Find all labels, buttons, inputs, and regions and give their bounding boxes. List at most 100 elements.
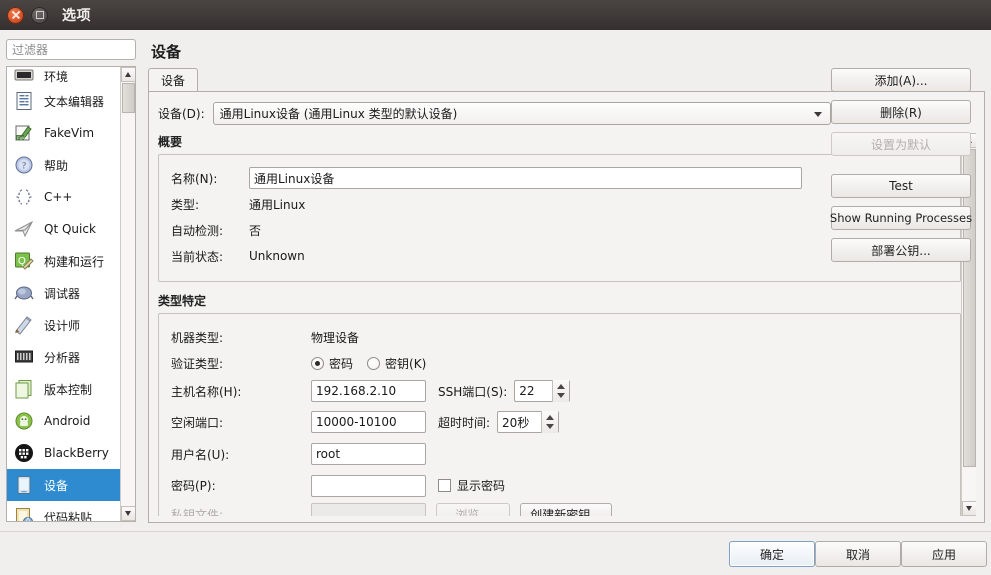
- scroll-up-icon[interactable]: [121, 67, 135, 82]
- ok-button[interactable]: 确定: [729, 541, 815, 567]
- timeout-value: 20秒: [502, 415, 530, 430]
- timeout-spinbox[interactable]: 20秒: [497, 411, 560, 433]
- sidebar-item-label: Qt Quick: [44, 222, 96, 236]
- sidebar-item-text-editor[interactable]: 文本编辑器: [7, 85, 120, 117]
- device-combobox[interactable]: 通用Linux设备 (通用Linux 类型的默认设备): [212, 102, 831, 125]
- browse-button-label: 浏览...: [455, 507, 491, 517]
- deploy-public-key-button[interactable]: 部署公钥...: [831, 238, 971, 262]
- name-input-value: 通用Linux设备: [254, 171, 335, 186]
- device-selector-label: 设备(D):: [158, 107, 205, 121]
- sidebar-item-qt-quick[interactable]: Qt Quick: [7, 213, 120, 245]
- sidebar-item-blackberry[interactable]: BlackBerry: [7, 437, 120, 469]
- dialog-button-bar: 确定 取消 应用: [0, 531, 991, 575]
- set-default-button[interactable]: 设置为默认: [831, 132, 971, 156]
- scroll-down-icon[interactable]: [962, 501, 976, 516]
- sidebar-item-label: 调试器: [44, 286, 81, 301]
- scroll-down-icon[interactable]: [121, 506, 135, 521]
- auth-radio-password[interactable]: 密码: [311, 355, 353, 372]
- private-key-label: 私钥文件:: [171, 507, 224, 517]
- machine-type-value: 物理设备: [311, 330, 360, 345]
- spinner-arrows-icon[interactable]: [552, 380, 570, 402]
- remove-button[interactable]: 删除(R): [831, 100, 971, 124]
- autodetect-value: 否: [249, 223, 262, 238]
- host-row: 主机名称(H): 192.168.2.10 SSH端口(S): 22: [171, 376, 948, 406]
- environment-icon: [13, 67, 35, 85]
- version-control-icon: [13, 378, 35, 400]
- cancel-button[interactable]: 取消: [815, 541, 901, 567]
- create-new-key-button-label: 创建新密钥...: [530, 507, 602, 517]
- name-input[interactable]: 通用Linux设备: [249, 167, 802, 189]
- tab-device[interactable]: 设备: [148, 68, 199, 92]
- username-input[interactable]: root: [311, 443, 426, 465]
- sidebar-item-device[interactable]: 设备: [7, 469, 120, 501]
- sidebar-item-android[interactable]: Android: [7, 405, 120, 437]
- add-button[interactable]: 添加(A)...: [831, 68, 971, 92]
- ssh-port-spinbox[interactable]: 22: [514, 380, 571, 402]
- category-list[interactable]: 环境 文本编辑器 Fake FakeVim ? 帮助 C++ Qt Quick …: [6, 66, 136, 522]
- filter-input[interactable]: [7, 40, 135, 59]
- show-running-processes-button[interactable]: Show Running Processes: [830, 206, 972, 230]
- fakevim-icon: Fake: [13, 122, 35, 144]
- category-scrollview: 环境 文本编辑器 Fake FakeVim ? 帮助 C++ Qt Quick …: [7, 67, 120, 521]
- sidebar-scrollbar[interactable]: [120, 67, 135, 521]
- spinner-arrows-icon[interactable]: [541, 411, 559, 433]
- code-paste-icon: [13, 506, 35, 521]
- password-row: 密码(P): 显示密码: [171, 470, 948, 501]
- analyzer-icon: [13, 346, 35, 368]
- sidebar: 环境: [0, 30, 142, 531]
- sidebar-scrollbar-thumb[interactable]: [122, 83, 135, 113]
- filter-input-wrapper[interactable]: [6, 39, 136, 60]
- page-title: 设备: [151, 43, 182, 61]
- apply-button-label: 应用: [931, 547, 956, 562]
- host-input[interactable]: 192.168.2.10: [311, 380, 426, 402]
- sidebar-item-version-control[interactable]: 版本控制: [7, 373, 120, 405]
- sidebar-item-designer[interactable]: 设计师: [7, 309, 120, 341]
- sidebar-item-environment[interactable]: 环境: [7, 67, 120, 85]
- apply-button[interactable]: 应用: [901, 541, 987, 567]
- current-state-value: Unknown: [249, 249, 305, 263]
- sidebar-item-label: 环境: [44, 70, 69, 84]
- remove-button-label: 删除(R): [880, 105, 922, 120]
- sidebar-item-code-paste[interactable]: 代码粘贴: [7, 501, 120, 521]
- create-new-key-button[interactable]: 创建新密钥...: [520, 503, 612, 516]
- help-icon: ?: [13, 154, 35, 176]
- svg-text:?: ?: [22, 161, 26, 171]
- sidebar-item-label: C++: [44, 190, 73, 204]
- password-input[interactable]: [311, 474, 426, 497]
- maximize-icon[interactable]: [31, 6, 48, 24]
- free-ports-label: 空闲端口:: [171, 415, 224, 430]
- free-ports-input[interactable]: 10000-10100: [311, 411, 426, 433]
- sidebar-item-label: 设备: [44, 478, 69, 493]
- title-bar: 选项: [0, 0, 991, 30]
- sidebar-item-label: FakeVim: [44, 126, 95, 140]
- show-password-checkbox[interactable]: 显示密码: [438, 477, 505, 494]
- sidebar-item-label: BlackBerry: [44, 446, 109, 460]
- sidebar-item-debugger[interactable]: 调试器: [7, 277, 120, 309]
- sidebar-item-build-and-run[interactable]: Q 构建和运行: [7, 245, 120, 277]
- button-group-divider: [831, 164, 979, 174]
- sidebar-item-cpp[interactable]: C++: [7, 181, 120, 213]
- sidebar-item-analyzer[interactable]: 分析器: [7, 341, 120, 373]
- device-action-buttons: 添加(A)... 删除(R) 设置为默认 Test Show Running P…: [830, 68, 979, 270]
- sidebar-item-fakevim[interactable]: Fake FakeVim: [7, 117, 120, 149]
- sidebar-item-label: 帮助: [44, 158, 69, 173]
- sidebar-item-label: 分析器: [44, 350, 81, 365]
- auth-radio-key[interactable]: 密钥(K): [367, 355, 426, 372]
- test-button[interactable]: Test: [831, 174, 971, 198]
- auth-radio-password-label: 密码: [329, 356, 354, 371]
- radio-dot-icon: [311, 356, 324, 370]
- type-specific-group: 类型特定 机器类型: 物理设备 验证类型: 密码 密钥(K) 主机名称(H): …: [158, 292, 961, 516]
- password-label: 密码(P):: [171, 479, 216, 493]
- dialog-body: 环境: [0, 30, 991, 531]
- blackberry-icon: [13, 442, 35, 464]
- close-icon[interactable]: [7, 6, 24, 24]
- browse-button[interactable]: 浏览...: [436, 503, 510, 516]
- sidebar-item-label: 设计师: [44, 318, 81, 333]
- show-password-label: 显示密码: [457, 479, 506, 493]
- private-key-input[interactable]: [311, 503, 426, 516]
- sidebar-item-help[interactable]: ? 帮助: [7, 149, 120, 181]
- host-input-value: 192.168.2.10: [316, 384, 397, 398]
- free-ports-row: 空闲端口: 10000-10100 超时时间: 20秒: [171, 406, 948, 438]
- options-dialog: 选项 环境: [0, 0, 991, 575]
- cancel-button-label: 取消: [845, 547, 870, 562]
